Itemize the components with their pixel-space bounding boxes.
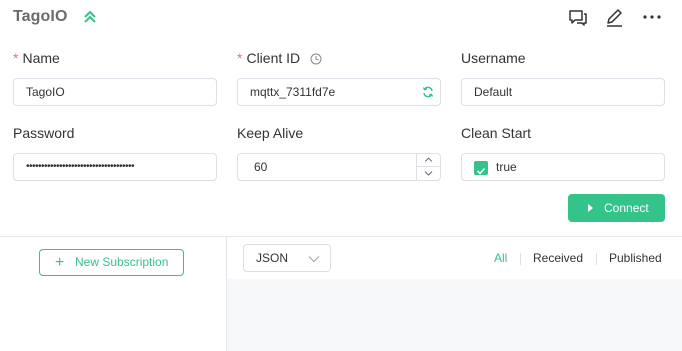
name-label-text: Name (22, 50, 60, 66)
refresh-icon[interactable] (422, 86, 434, 98)
username-input[interactable]: Default (461, 78, 665, 106)
new-subscription-button[interactable]: + New Subscription (39, 249, 184, 276)
required-marker: * (13, 50, 19, 66)
message-list (227, 279, 682, 351)
collapse-up-icon[interactable] (81, 8, 99, 26)
clock-icon (310, 53, 322, 65)
increment-arrow-icon[interactable] (417, 154, 440, 167)
chevron-down-icon (308, 256, 320, 263)
filter-separator (596, 253, 597, 265)
clean-start-checkbox-field[interactable]: true (461, 153, 665, 181)
clean-start-checkbox[interactable] (474, 161, 488, 175)
payload-format-select[interactable]: JSON (243, 244, 331, 272)
client-id-label: * Client ID (237, 50, 322, 66)
password-input[interactable]: •••••••••••••••••••••••••••••••••••• (13, 153, 217, 181)
message-toolbar: JSON All Received Published (227, 237, 682, 279)
name-label: * Name (13, 50, 60, 66)
edit-icon[interactable] (603, 7, 625, 29)
filter-received[interactable]: Received (533, 251, 583, 265)
client-id-label-text: Client ID (246, 50, 301, 66)
connection-title: TagoIO (13, 8, 68, 25)
filter-all[interactable]: All (494, 251, 507, 265)
chat-icon[interactable] (567, 7, 589, 29)
client-id-value: mqttx_7311fd7e (250, 85, 336, 99)
keep-alive-value: 60 (254, 160, 268, 174)
connection-header: TagoIO (0, 0, 682, 36)
filter-separator (520, 253, 521, 265)
keep-alive-label: Keep Alive (237, 125, 304, 141)
checkmark-icon (476, 167, 486, 175)
required-marker: * (237, 50, 243, 66)
clean-start-label: Clean Start (461, 125, 532, 141)
new-subscription-label: New Subscription (75, 255, 169, 269)
password-label: Password (13, 125, 75, 141)
payload-format-value: JSON (256, 251, 289, 265)
keep-alive-stepper (416, 154, 440, 180)
connect-button-label: Connect (604, 201, 649, 215)
more-icon[interactable] (641, 7, 663, 29)
keep-alive-input[interactable]: 60 (237, 153, 441, 181)
play-icon (588, 204, 593, 212)
plus-icon: + (55, 254, 65, 271)
decrement-arrow-icon[interactable] (417, 167, 440, 180)
username-label: Username (461, 50, 526, 66)
connect-button[interactable]: Connect (568, 194, 665, 222)
filter-published[interactable]: Published (609, 251, 662, 265)
name-input[interactable]: TagoIO (13, 78, 217, 106)
client-id-input[interactable]: mqttx_7311fd7e (237, 78, 441, 106)
clean-start-value: true (496, 160, 517, 174)
